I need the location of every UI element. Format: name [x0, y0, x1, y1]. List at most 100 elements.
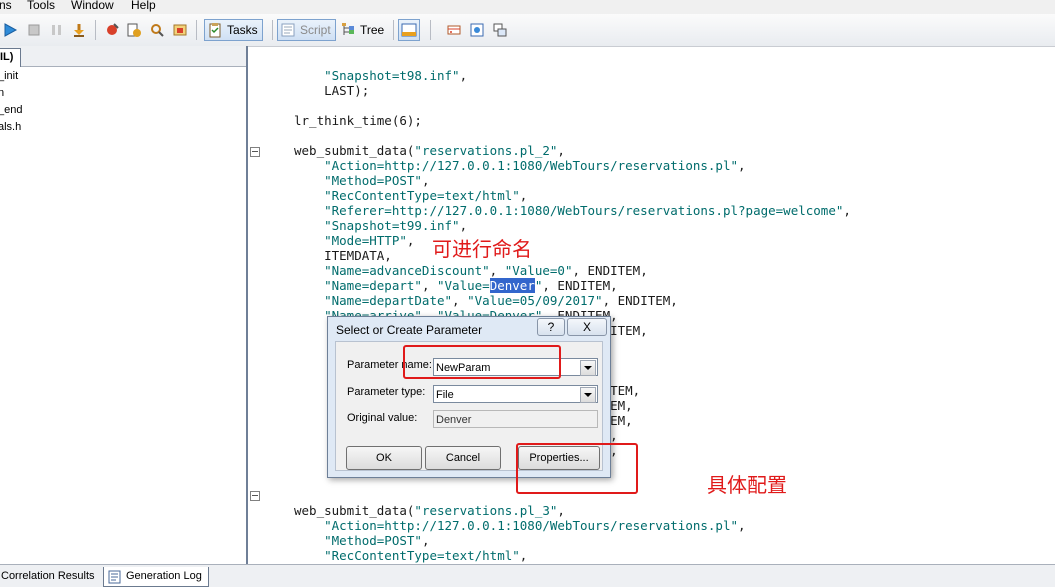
code-token: , — [557, 143, 565, 158]
code-line[interactable]: ITEMDATA, — [294, 248, 392, 263]
code-line[interactable]: "Name=advanceDiscount", "Value=0", ENDIT… — [294, 263, 648, 278]
find-icon[interactable] — [149, 22, 165, 38]
code-string: "Snapshot=t98.inf" — [294, 68, 460, 83]
code-line[interactable]: web_submit_data("reservations.pl_3", — [294, 503, 565, 518]
tab-script-files[interactable]: IL) — [0, 48, 21, 67]
tasks-label: Tasks — [227, 23, 258, 37]
menu-item-tools[interactable]: Tools — [27, 0, 55, 12]
menu-item-window[interactable]: Window — [71, 0, 114, 12]
fold-toggle-icon[interactable] — [250, 491, 260, 501]
code-token: lr_think_time(6); — [294, 113, 422, 128]
code-line[interactable]: "Method=POST", — [294, 533, 429, 548]
script-icon — [281, 23, 295, 37]
menu-bar: ns Tools Window Help — [0, 0, 1055, 14]
help-button[interactable]: ? — [537, 318, 565, 336]
code-string: "Mode=HTTP" — [294, 233, 407, 248]
tree-item-vuser-end[interactable]: _end — [0, 104, 22, 116]
code-token: , — [421, 533, 430, 548]
tree-item-vuser-init[interactable]: _init — [0, 70, 18, 82]
tab-generation-log[interactable]: Generation Log — [103, 567, 209, 587]
tree-icon — [342, 23, 354, 35]
code-token: , — [406, 233, 415, 248]
snapshot-icon[interactable] — [172, 22, 188, 38]
step-icon[interactable] — [71, 22, 87, 38]
toolbar-separator — [393, 20, 394, 40]
toolbar-separator — [272, 20, 273, 40]
code-line[interactable]: "Name=departDate", "Value=05/09/2017", E… — [294, 293, 678, 308]
code-line[interactable]: "Action=http://127.0.0.1:1080/WebTours/r… — [294, 158, 745, 173]
stop-icon[interactable] — [26, 22, 42, 38]
code-token: , — [421, 278, 437, 293]
code-token: , ENDITEM, — [542, 278, 618, 293]
recording-options-icon[interactable] — [469, 22, 485, 38]
code-string: "Action=http://127.0.0.1:1080/WebTours/r… — [294, 518, 739, 533]
script-editor[interactable]: "Snapshot=t98.inf", LAST); lr_think_time(… — [248, 66, 1055, 564]
toolbar-separator — [196, 20, 197, 40]
code-string: "Name=departDate" — [294, 293, 453, 308]
fold-toggle-icon[interactable] — [250, 147, 260, 157]
pause-icon[interactable] — [49, 22, 65, 38]
breakpoint-icon[interactable] — [104, 22, 120, 38]
tree-view-button[interactable]: Tree — [337, 19, 389, 41]
tab-correlation-results[interactable]: Correlation Results — [1, 567, 95, 586]
editor-gutter — [248, 66, 264, 564]
runtime-settings-icon[interactable] — [446, 22, 462, 38]
code-token: , — [738, 518, 746, 533]
help-icon: ? — [547, 320, 555, 334]
code-string: "RecContentType=text/html" — [294, 548, 520, 563]
code-line[interactable]: LAST); — [294, 83, 369, 98]
parameter-type-select[interactable]: File — [433, 385, 598, 403]
annotation-rename-note: 可进行命名 — [432, 237, 532, 261]
original-value-field: Denver — [433, 410, 598, 428]
tree-label: Tree — [360, 23, 385, 37]
generation-log-icon — [108, 570, 121, 583]
code-token: , ENDITEM, — [602, 293, 678, 308]
tasks-button[interactable]: Tasks — [204, 19, 263, 41]
code-line[interactable]: "Snapshot=t98.inf", — [294, 68, 467, 83]
menu-item-help[interactable]: Help — [131, 0, 156, 12]
play-icon[interactable] — [2, 22, 18, 38]
toolbar: Tasks Script Tree — [0, 14, 1055, 47]
chevron-down-icon[interactable] — [580, 360, 596, 376]
annotation-highlight-properties — [516, 443, 638, 494]
tree-item-action[interactable]: n — [0, 87, 4, 99]
code-string: "Value=05/09/2017" — [467, 293, 603, 308]
code-line[interactable]: "Snapshot=t99.inf", — [294, 218, 467, 233]
code-line[interactable]: "Mode=HTTP", — [294, 233, 414, 248]
code-string: "reservations.pl_2" — [414, 143, 558, 158]
windows-icon[interactable] — [492, 22, 508, 38]
code-token: , — [519, 548, 528, 563]
code-string: "Method=POST" — [294, 173, 422, 188]
code-line[interactable]: "RecContentType=text/html", — [294, 188, 527, 203]
code-string: "Method=POST" — [294, 533, 422, 548]
code-line[interactable]: "Action=http://127.0.0.1:1080/WebTours/r… — [294, 518, 746, 533]
code-string: "Name=advanceDiscount" — [294, 263, 490, 278]
tree-item-globals[interactable]: als.h — [0, 121, 21, 133]
cancel-button[interactable]: Cancel — [425, 446, 501, 470]
code-line[interactable]: "Referer=http://127.0.0.1:1080/WebTours/… — [294, 203, 851, 218]
annotation-config-note: 具体配置 — [707, 473, 787, 497]
toolbar-separator — [95, 20, 96, 40]
original-value-label: Original value: — [347, 412, 418, 424]
menu-item-actions[interactable]: ns — [0, 0, 12, 12]
code-string: "Snapshot=t99.inf" — [294, 218, 460, 233]
code-token: web_submit_data( — [294, 503, 415, 518]
close-button[interactable]: X — [567, 318, 607, 336]
code-token: LAST); — [294, 83, 370, 98]
code-line[interactable]: lr_think_time(6); — [294, 113, 422, 128]
original-value-text: Denver — [436, 414, 472, 426]
parameter-type-label: Parameter type: — [347, 386, 426, 398]
code-line[interactable]: "Name=depart", "Value=Denver", ENDITEM, — [294, 278, 618, 293]
parameter-type-value: File — [436, 389, 454, 401]
code-line[interactable]: "RecContentType=text/html", — [294, 548, 527, 563]
code-line[interactable]: "Method=POST", — [294, 173, 429, 188]
output-window-button[interactable] — [398, 19, 420, 41]
chevron-down-icon[interactable] — [580, 387, 596, 403]
code-string: "Value= — [437, 278, 490, 293]
code-string: "Action=http://127.0.0.1:1080/WebTours/r… — [294, 158, 739, 173]
code-string: "RecContentType=text/html" — [294, 188, 520, 203]
script-view-button[interactable]: Script — [277, 19, 336, 41]
code-line[interactable]: web_submit_data("reservations.pl_2", — [294, 143, 565, 158]
toggle-bookmark-icon[interactable] — [126, 22, 142, 38]
ok-button[interactable]: OK — [346, 446, 422, 470]
